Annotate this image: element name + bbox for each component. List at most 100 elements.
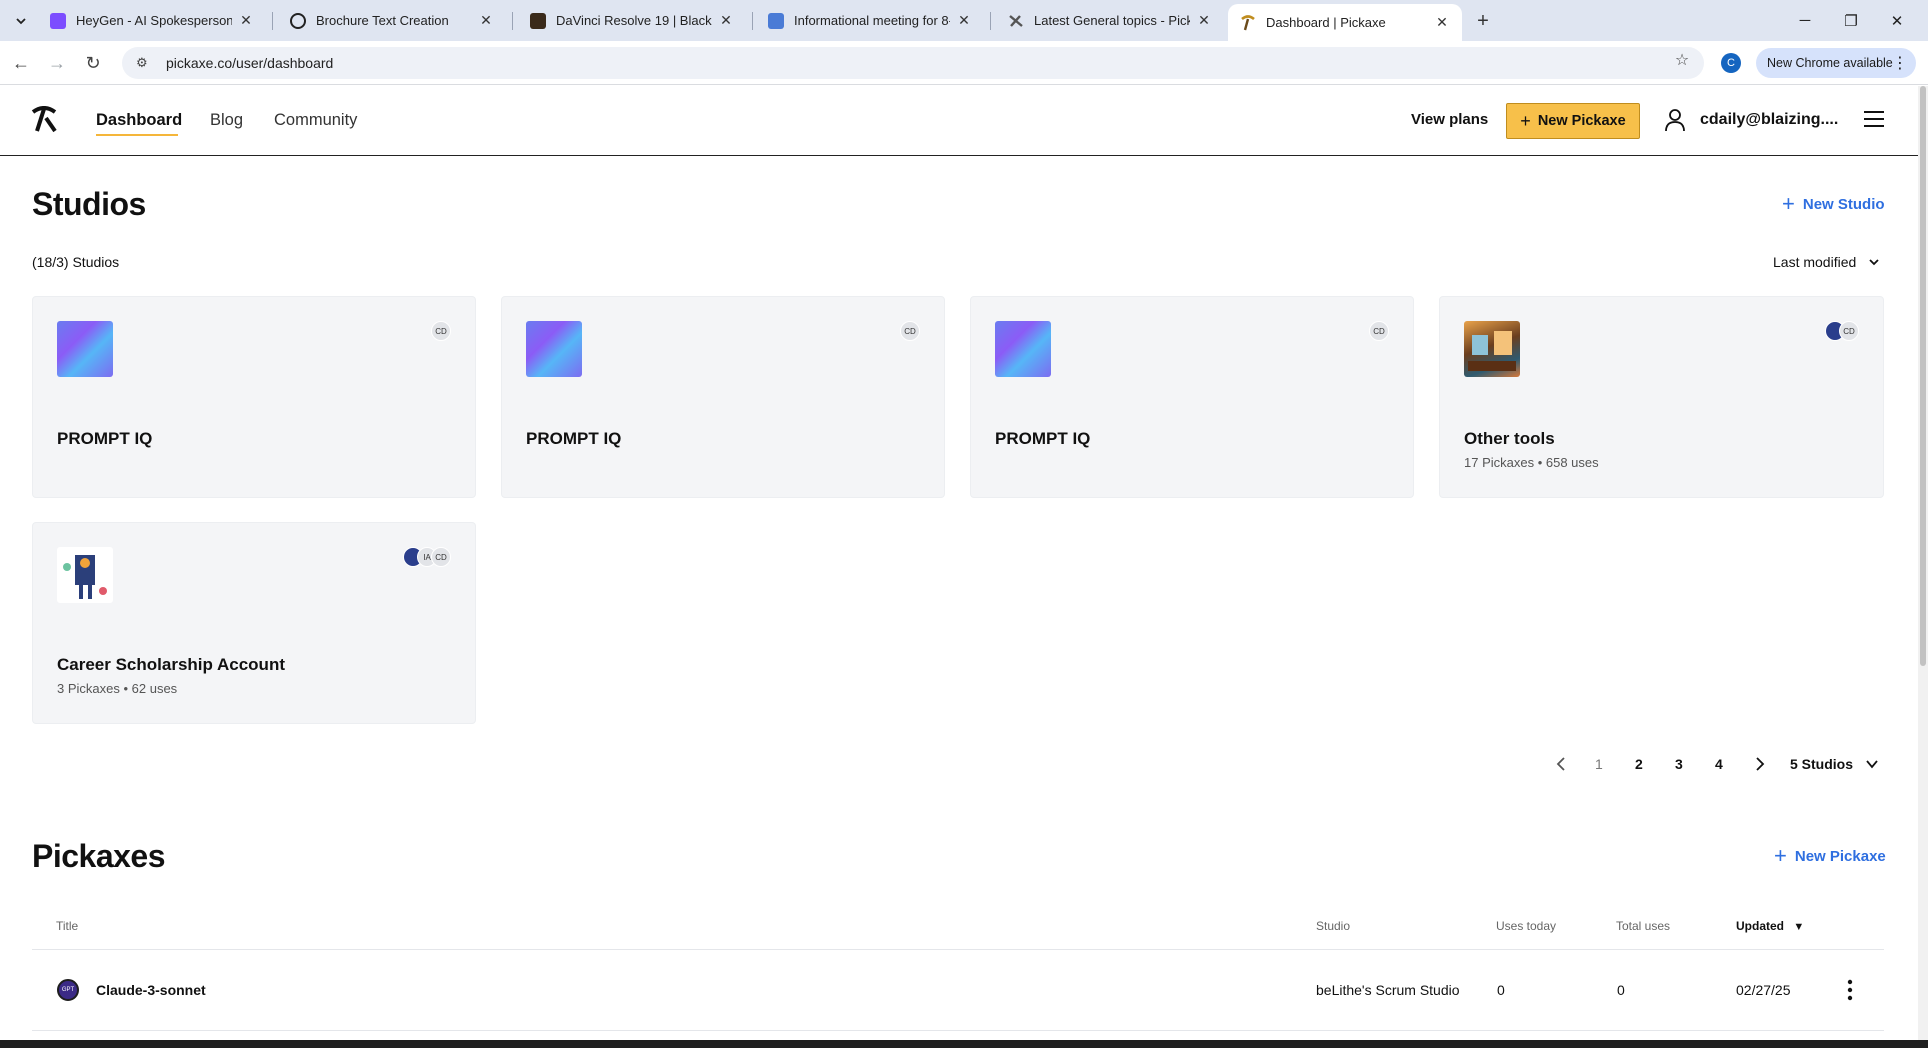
member-badges: CD (900, 321, 920, 341)
page-2[interactable]: 2 (1635, 756, 1643, 772)
reload-button[interactable]: ↻ (80, 50, 106, 76)
sort-label: Last modified (1773, 254, 1857, 270)
studio-card[interactable]: CD Other tools 17 Pickaxes • 658 uses (1439, 296, 1884, 498)
minimize-button[interactable]: ─ (1782, 0, 1828, 41)
per-page-dropdown[interactable]: 5 Studios (1790, 756, 1879, 772)
prev-page-icon[interactable] (1553, 756, 1569, 772)
back-button[interactable]: ← (8, 50, 34, 76)
close-icon[interactable]: ✕ (1434, 14, 1450, 31)
page-3[interactable]: 3 (1675, 756, 1683, 772)
new-pickaxe-link[interactable]: + New Pickaxe (1774, 845, 1886, 867)
studio-card[interactable]: IA CD Career Scholarship Account 3 Picka… (32, 522, 476, 724)
studio-card[interactable]: CD PROMPT IQ (32, 296, 476, 498)
pickaxe-avatar-icon: GPT (57, 979, 79, 1001)
profile-avatar[interactable]: C (1721, 53, 1741, 73)
close-icon[interactable]: ✕ (238, 12, 254, 29)
tab-title: DaVinci Resolve 19 | Blackmagi (556, 13, 712, 28)
new-studio-label: New Studio (1802, 195, 1885, 213)
pickaxe-logo-icon[interactable] (30, 106, 58, 134)
tab-title: Latest General topics - Pickaxe (1034, 13, 1190, 28)
nav-community[interactable]: Community (274, 111, 357, 130)
studio-count: (18/3) Studios (32, 254, 120, 270)
browser-tab-strip: HeyGen - AI Spokesperson Vid ✕ Brochure … (0, 0, 1928, 41)
tab-separator (272, 12, 273, 30)
close-icon[interactable]: ✕ (718, 12, 734, 29)
user-email[interactable]: cdaily@blaizing.... (1700, 111, 1838, 129)
sort-desc-icon: ▼ (1793, 921, 1805, 933)
sort-dropdown[interactable]: Last modified (1773, 254, 1880, 270)
chatgpt-icon (290, 12, 306, 29)
updated-label: Updated (1736, 919, 1784, 933)
studio-meta: 3 Pickaxes • 62 uses (57, 681, 178, 696)
studio-title: PROMPT IQ (57, 429, 153, 448)
pickaxe-title[interactable]: Claude-3-sonnet (96, 982, 206, 998)
studio-title: Other tools (1464, 429, 1555, 448)
column-header-title[interactable]: Title (56, 919, 78, 933)
calendar-icon (768, 12, 784, 29)
table-row-divider (32, 1030, 1884, 1031)
view-plans-link[interactable]: View plans (1411, 111, 1488, 128)
close-window-button[interactable]: ✕ (1874, 0, 1920, 41)
user-icon[interactable] (1663, 108, 1687, 132)
browser-tab-meeting[interactable]: Informational meeting for 8-da ✕ (756, 0, 984, 41)
studio-title: PROMPT IQ (526, 429, 622, 448)
browser-toolbar: ← → ↻ ⚙ pickaxe.co/user/dashboard ☆ C Ne… (0, 41, 1928, 85)
plus-icon: + (1774, 843, 1787, 868)
new-tab-button[interactable]: + (1470, 8, 1496, 34)
arrow-left-icon: ← (12, 52, 30, 73)
nav-blog[interactable]: Blog (210, 111, 243, 130)
more-vert-icon[interactable] (1840, 978, 1860, 1002)
browser-tab-davinci[interactable]: DaVinci Resolve 19 | Blackmagi ✕ (518, 0, 746, 41)
pickaxe-icon (1008, 13, 1024, 29)
studio-card[interactable]: CD PROMPT IQ (970, 296, 1414, 498)
browser-tab-brochure[interactable]: Brochure Text Creation ✕ (278, 0, 506, 41)
page-1[interactable]: 1 (1595, 756, 1603, 772)
column-header-uses-today[interactable]: Uses today (1496, 919, 1556, 933)
minimize-icon: ─ (1799, 12, 1811, 29)
chrome-update-button[interactable]: New Chrome available ⋮ (1756, 48, 1916, 78)
heygen-icon (50, 12, 66, 29)
member-badge: CD (1839, 321, 1859, 341)
next-page-icon[interactable] (1752, 756, 1768, 772)
close-icon[interactable]: ✕ (1196, 12, 1212, 29)
close-icon[interactable]: ✕ (956, 12, 972, 29)
studio-thumbnail (57, 321, 113, 377)
table-header-divider (32, 949, 1884, 950)
member-badges: CD (431, 321, 451, 341)
close-icon[interactable]: ✕ (478, 12, 494, 29)
browser-tab-heygen[interactable]: HeyGen - AI Spokesperson Vid ✕ (38, 0, 266, 41)
forward-button[interactable]: → (44, 50, 70, 76)
blackmagic-icon (530, 12, 546, 29)
tab-title: Brochure Text Creation (316, 13, 449, 28)
page-4[interactable]: 4 (1715, 756, 1723, 772)
member-badges: CD (1369, 321, 1389, 341)
column-header-updated[interactable]: Updated ▼ (1736, 919, 1804, 933)
studio-card[interactable]: CD PROMPT IQ (501, 296, 945, 498)
nav-dashboard[interactable]: Dashboard (96, 111, 182, 130)
column-header-studio[interactable]: Studio (1316, 919, 1350, 933)
pickaxe-uses-today: 0 (1497, 982, 1505, 998)
pickaxe-updated: 02/27/25 (1736, 982, 1791, 998)
studio-thumbnail (57, 547, 113, 603)
tab-title: Dashboard | Pickaxe (1266, 15, 1386, 30)
tab-search-button[interactable] (8, 8, 34, 34)
bookmark-star-icon[interactable]: ☆ (1670, 48, 1694, 72)
chevron-down-icon (1869, 259, 1879, 266)
tab-title: HeyGen - AI Spokesperson Vid (76, 13, 232, 28)
address-bar[interactable]: ⚙ pickaxe.co/user/dashboard (122, 47, 1704, 79)
browser-tab-pickaxe-topics[interactable]: Latest General topics - Pickaxe ✕ (996, 0, 1224, 41)
menu-icon[interactable] (1863, 110, 1885, 128)
browser-tab-dashboard[interactable]: Dashboard | Pickaxe ✕ (1228, 4, 1462, 41)
plus-icon: + (1520, 110, 1531, 131)
update-label: New Chrome available (1767, 56, 1893, 70)
studio-thumbnail (1464, 321, 1520, 377)
studio-title: Career Scholarship Account (57, 655, 285, 674)
restore-icon: ❐ (1844, 12, 1858, 30)
new-pickaxe-label: New Pickaxe (1537, 113, 1626, 129)
column-header-total-uses[interactable]: Total uses (1616, 919, 1670, 933)
scrollbar-thumb[interactable] (1920, 86, 1926, 666)
restore-button[interactable]: ❐ (1828, 0, 1874, 41)
site-settings-icon[interactable]: ⚙ (136, 55, 152, 71)
new-studio-button[interactable]: + New Studio (1782, 193, 1885, 215)
new-pickaxe-button[interactable]: + New Pickaxe (1506, 103, 1640, 139)
